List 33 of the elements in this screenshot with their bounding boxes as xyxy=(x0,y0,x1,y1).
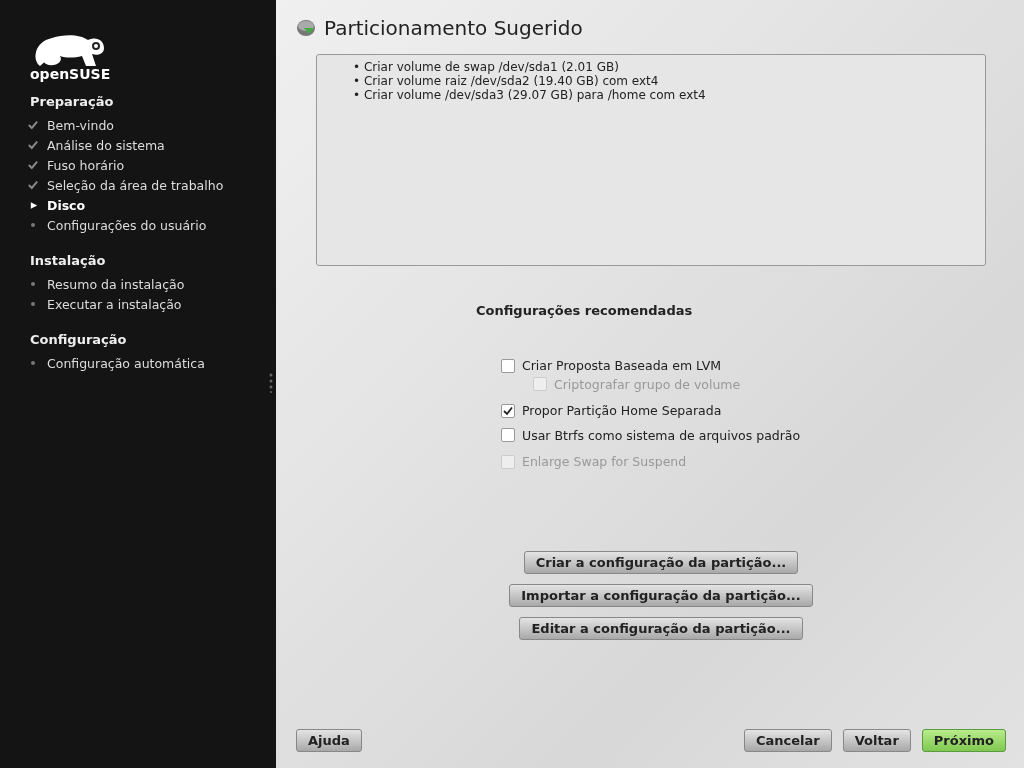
proposal-item: • Criar volume /dev/sda3 (29.07 GB) para /home com ext4 xyxy=(353,88,707,102)
section-title: Configuração xyxy=(30,332,128,347)
step-label: Executar a instalação xyxy=(47,296,182,312)
footer-button[interactable]: Cancelar xyxy=(743,729,832,752)
step-label: Configurações do usuário xyxy=(47,217,207,233)
checkbox[interactable] xyxy=(501,358,515,373)
step-label: Análise do sistema xyxy=(47,137,165,153)
checkbox-option[interactable]: Propor Partição Home Separada xyxy=(501,403,722,418)
checkbox[interactable] xyxy=(501,403,515,418)
step-label: Configuração automática xyxy=(47,355,205,371)
disk-icon xyxy=(296,19,316,37)
checkbox[interactable] xyxy=(501,428,515,442)
action-button[interactable]: Importar a configuração da partição... xyxy=(509,583,813,607)
step-label: Fuso horário xyxy=(47,157,125,173)
action-button[interactable]: Criar a configuração da partição... xyxy=(523,550,799,574)
step-label: Bem-vindo xyxy=(47,117,114,133)
page-title: Particionamento Sugerido xyxy=(324,16,583,40)
footer-button[interactable]: Voltar xyxy=(842,729,911,752)
resize-handle-icon[interactable] xyxy=(269,373,273,393)
proposal-item: • Criar volume raiz /dev/sda2 (19.40 GB) com ext4 xyxy=(353,74,660,88)
proposal-item: • Criar volume de swap /dev/sda1 (2.01 GB) xyxy=(353,60,620,74)
step-label: Disco xyxy=(47,197,86,213)
checkbox-option[interactable]: Usar Btrfs como sistema de arquivos padrão xyxy=(501,427,801,443)
logo-text: openSUSE xyxy=(30,66,111,82)
section-title: Preparação xyxy=(30,94,115,109)
footer-button[interactable]: Próximo xyxy=(921,729,1006,752)
checkbox-option[interactable]: Criar Proposta Baseada em LVM xyxy=(501,358,721,373)
step-label: Resumo da instalação xyxy=(47,276,185,292)
settings-heading: Configurações recomendadas xyxy=(476,303,694,318)
action-button[interactable]: Editar a configuração da partição... xyxy=(519,616,803,640)
section-title: Instalação xyxy=(30,253,107,268)
help-button[interactable]: Ajuda xyxy=(296,729,362,752)
step-label: Seleção da área de trabalho xyxy=(47,177,224,193)
